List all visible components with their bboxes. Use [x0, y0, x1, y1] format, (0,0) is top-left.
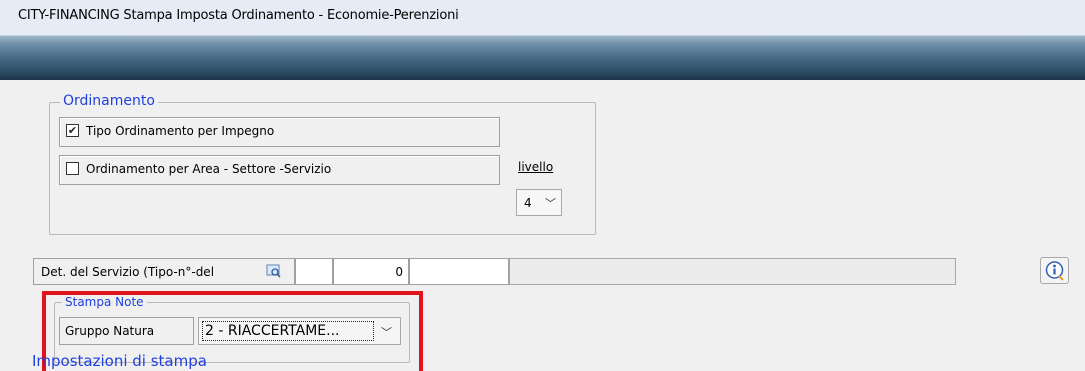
option-ordinamento-area[interactable]: Ordinamento per Area - Settore -Servizio: [59, 155, 500, 185]
ordinamento-legend: Ordinamento: [60, 93, 158, 109]
window-title: CITY-FINANCING Stampa Imposta Ordinament…: [18, 8, 459, 23]
det-servizio-description: [509, 258, 956, 285]
chevron-down-icon[interactable]: ﹀: [545, 195, 556, 211]
det-servizio-numero-field[interactable]: 0: [333, 258, 409, 285]
checkbox-checked-icon[interactable]: ✔: [66, 124, 79, 137]
livello-label: livello: [518, 160, 554, 174]
option-tipo-ordinamento[interactable]: ✔ Tipo Ordinamento per Impegno: [59, 117, 500, 147]
checkbox-unchecked-icon[interactable]: [66, 162, 79, 175]
det-servizio-tipo-field[interactable]: [295, 258, 333, 285]
ordinamento-group: Ordinamento ✔ Tipo Ordinamento per Impeg…: [49, 93, 596, 235]
option-label: Tipo Ordinamento per Impegno: [86, 124, 275, 138]
option-label: Ordinamento per Area - Settore -Servizio: [86, 162, 332, 176]
det-servizio-data-field[interactable]: [409, 258, 509, 285]
det-servizio-label: Det. del Servizio (Tipo-n°-del: [41, 265, 215, 279]
det-servizio-label-box: Det. del Servizio (Tipo-n°-del: [33, 258, 295, 285]
det-servizio-numero-value: 0: [395, 265, 403, 279]
info-button[interactable]: [1040, 257, 1069, 284]
livello-value: 4: [524, 196, 532, 210]
window-titlebar: CITY-FINANCING Stampa Imposta Ordinament…: [0, 0, 1085, 36]
impostazioni-legend: Impostazioni di stampa: [32, 352, 207, 370]
header-banner: [0, 36, 1085, 80]
livello-select[interactable]: 4 ﹀: [516, 189, 562, 216]
lookup-icon[interactable]: [266, 264, 282, 278]
info-icon: [1045, 261, 1064, 281]
main-content: Ordinamento ✔ Tipo Ordinamento per Impeg…: [0, 80, 1085, 371]
